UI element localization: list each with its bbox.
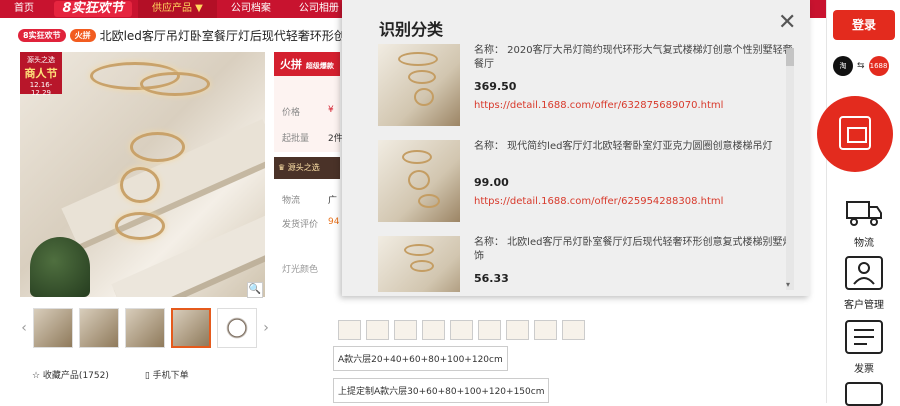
huopin-tag: 火拼 xyxy=(69,28,96,42)
price-value: ¥ xyxy=(328,105,334,115)
result-name: 名称： 现代简约led客厅灯北欧轻奢卧室灯亚克力圆圈创意楼梯吊灯 xyxy=(474,141,773,152)
thumbnail[interactable] xyxy=(79,308,119,348)
result-price: 99.00 xyxy=(474,176,509,189)
image-search-button[interactable] xyxy=(817,96,893,172)
logistics-value: 广 xyxy=(328,196,338,206)
thumbnail[interactable] xyxy=(33,308,73,348)
result-price: 56.33 xyxy=(474,272,509,285)
color-swatch[interactable] xyxy=(562,320,585,340)
badge-small-text: 源头之选 xyxy=(27,56,55,64)
thumbnail-row: ‹ › xyxy=(18,308,272,348)
festival-tag: 8实狂欢节 xyxy=(18,28,66,42)
product-title-row: 8实狂欢节 火拼 北欧led客厅吊灯卧室餐厅灯后现代轻奢环形创 xyxy=(18,25,348,45)
invoice-icon[interactable] xyxy=(845,320,883,354)
color-swatch[interactable] xyxy=(422,320,445,340)
crown-icon: ♛ xyxy=(278,163,288,172)
thumbnail[interactable] xyxy=(125,308,165,348)
huopin-logo-sub: 超级爆款 xyxy=(305,62,334,70)
result-item[interactable]: 名称： 现代简约led客厅灯北欧轻奢卧室灯亚克力圆圈创意楼梯吊灯 99.00 h… xyxy=(378,140,788,224)
invoice-sidebar-label[interactable]: 发票 xyxy=(827,360,900,375)
chevron-right-icon[interactable]: › xyxy=(260,320,272,336)
mobile-order-link[interactable]: ▯ 手机下单 xyxy=(145,368,189,381)
price-label: 价格 xyxy=(282,108,301,118)
customer-icon[interactable] xyxy=(845,256,883,290)
platform-sync[interactable]: 淘 ⇆ 1688 xyxy=(833,56,889,76)
product-actions: ☆ 收藏产品(1752) ▯ 手机下单 xyxy=(32,368,189,381)
festival-logo[interactable]: 8实狂欢节 xyxy=(54,1,132,17)
recognition-panel: 识别分类 ✕ 名称： 2020客厅大吊灯简约现代环形大气复式楼梯灯创意个性别墅轻… xyxy=(342,0,810,296)
right-sidebar: 登录 淘 ⇆ 1688 物流 客户管理 发票 xyxy=(817,0,900,406)
source-flag-bar: ♛ 源头之选 xyxy=(274,157,340,179)
moq-label: 起批量 xyxy=(282,134,310,144)
result-item[interactable]: 名称： 2020客厅大吊灯简约现代环形大气复式楼梯灯创意个性别墅轻奢餐厅 369… xyxy=(378,44,793,128)
favorite-link[interactable]: ☆ 收藏产品(1752) xyxy=(32,368,109,381)
platform-1688-badge: 1688 xyxy=(868,56,889,76)
nav-home[interactable]: 首页 xyxy=(0,0,48,18)
thumbnail[interactable] xyxy=(217,308,257,348)
rating-label: 发货评价 xyxy=(282,220,319,230)
plant xyxy=(30,237,90,297)
option-button-a6[interactable]: A款六层20+40+60+80+100+120cm xyxy=(333,346,508,371)
thumbnail-selected[interactable] xyxy=(171,308,211,348)
main-product-image[interactable]: 源头之选 商人节 12.16-12.29 xyxy=(20,52,265,297)
flag-text: 源头之选 xyxy=(287,163,320,172)
scrollbar-thumb[interactable] xyxy=(786,48,794,66)
result-image[interactable] xyxy=(378,236,460,292)
result-price: 369.50 xyxy=(474,80,517,93)
swatch-row xyxy=(338,320,585,340)
result-item[interactable]: 名称： 北欧led客厅吊灯卧室餐厅灯后现代轻奢环形创意复式楼梯别墅灯饰 56.3… xyxy=(378,236,792,292)
ring-lamp xyxy=(130,132,185,162)
result-list: 名称： 2020客厅大吊灯简约现代环形大气复式楼梯灯创意个性别墅轻奢餐厅 369… xyxy=(378,44,798,292)
chevron-left-icon[interactable]: ‹ xyxy=(18,320,30,336)
scroll-down-icon[interactable]: ▾ xyxy=(786,280,790,289)
huopin-logo: 火拼 超级爆款 xyxy=(274,52,340,76)
document-icon[interactable] xyxy=(845,382,883,406)
taobao-icon: 淘 xyxy=(833,56,853,76)
camera-icon xyxy=(839,116,871,150)
result-name: 名称： 2020客厅大吊灯简约现代环形大气复式楼梯灯创意个性别墅轻奢餐厅 xyxy=(474,45,793,70)
color-swatch[interactable] xyxy=(478,320,501,340)
result-link[interactable]: https://detail.1688.com/offer/6259542883… xyxy=(474,196,723,207)
option-button-custom[interactable]: 上提定制A款六层30+60+80+100+120+150cm xyxy=(333,378,550,403)
scrollbar[interactable] xyxy=(786,48,794,290)
zoom-icon[interactable]: 🔍 xyxy=(247,282,263,298)
logistics-sidebar-label[interactable]: 物流 xyxy=(827,234,900,249)
color-swatch[interactable] xyxy=(366,320,389,340)
result-link[interactable]: https://detail.1688.com/offer/6328756890… xyxy=(474,100,723,111)
result-image[interactable] xyxy=(378,140,460,222)
badge-date: 12.16-12.29 xyxy=(29,81,53,97)
swap-icon: ⇆ xyxy=(857,61,865,71)
ring-lamp xyxy=(140,72,210,96)
huopin-logo-text: 火拼 xyxy=(280,58,302,71)
result-name: 名称： 北欧led客厅吊灯卧室餐厅灯后现代轻奢环形创意复式楼梯别墅灯饰 xyxy=(474,237,793,262)
color-swatch[interactable] xyxy=(534,320,557,340)
panel-title: 识别分类 xyxy=(379,20,444,39)
color-swatch[interactable] xyxy=(338,320,361,340)
result-image[interactable] xyxy=(378,44,460,126)
close-icon[interactable]: ✕ xyxy=(778,10,796,35)
logistics-label: 物流 xyxy=(282,196,301,206)
color-swatch[interactable] xyxy=(450,320,473,340)
truck-icon[interactable] xyxy=(845,196,883,230)
customer-sidebar-label[interactable]: 客户管理 xyxy=(827,296,900,311)
color-swatch[interactable] xyxy=(394,320,417,340)
ring-lamp xyxy=(120,167,160,203)
nav-company-profile[interactable]: 公司档案 xyxy=(217,0,285,18)
nav-products[interactable]: 供应产品 ▼ xyxy=(138,0,217,18)
option-label: 灯光颜色 xyxy=(282,265,319,275)
promo-badge: 源头之选 商人节 12.16-12.29 xyxy=(20,52,62,97)
moq-value: 2件 xyxy=(328,134,343,144)
login-button[interactable]: 登录 xyxy=(833,10,895,40)
color-swatch[interactable] xyxy=(506,320,529,340)
rating-value: 94 xyxy=(328,217,340,227)
ring-lamp xyxy=(115,212,165,240)
badge-big-text: 商人节 xyxy=(24,67,58,80)
product-title: 北欧led客厅吊灯卧室餐厅灯后现代轻奢环形创 xyxy=(99,28,346,43)
